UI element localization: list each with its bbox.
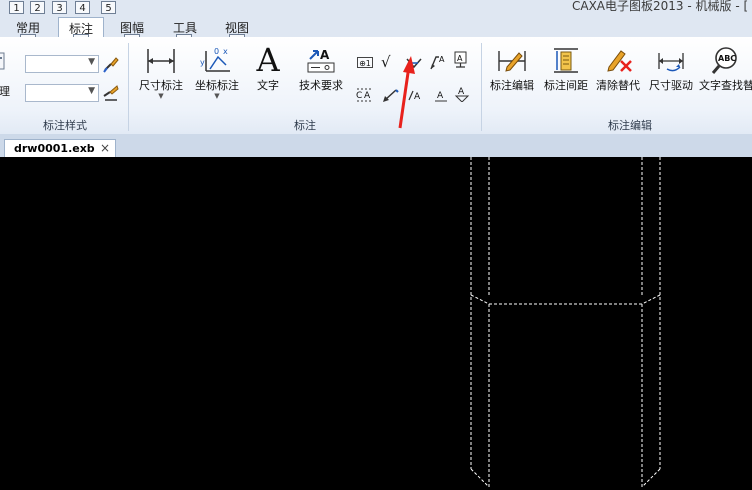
coordinate-dimension-button-label: 坐标标注 bbox=[195, 79, 239, 92]
dimension-edit-button[interactable]: 标注编辑 bbox=[486, 45, 538, 93]
text-style-brush-icon[interactable] bbox=[102, 84, 120, 102]
quick-access-bar: 1 2 3 4 5 CAXA电子图板2013 - 机械版 - [ bbox=[0, 0, 752, 15]
text-style-combo[interactable]: ▼ bbox=[25, 84, 99, 102]
dimension-drive-icon bbox=[658, 53, 684, 72]
clear-override-button[interactable]: 清除替代 bbox=[592, 45, 644, 93]
drawing-canvas[interactable] bbox=[0, 157, 752, 488]
annotation-arrow bbox=[398, 56, 415, 129]
document-tab-name: drw0001.exb bbox=[14, 142, 95, 155]
drawing-geometry bbox=[470, 157, 661, 488]
quick-access-key-4[interactable]: 4 bbox=[75, 1, 90, 14]
style-manage-label[interactable]: 理 bbox=[0, 83, 10, 99]
text-button-label: 文字 bbox=[257, 79, 279, 92]
ribbon-tab-row: 常用 标注 图幅 工具 视图 bbox=[0, 15, 752, 37]
svg-text:A: A bbox=[437, 91, 444, 101]
left-chamfer bbox=[470, 294, 490, 305]
base-point-icon[interactable]: ⊕1 bbox=[357, 57, 373, 68]
bottom-left-chamfer bbox=[470, 468, 490, 488]
dimension-drive-button-label: 尺寸驱动 bbox=[649, 79, 693, 92]
technical-requirements-icon: A bbox=[307, 48, 335, 73]
dimension-spacing-button[interactable]: 标注间距 bbox=[540, 45, 592, 93]
ribbon-panel: 理 ▼ ▼ 标注样式 尺寸标注 ▼ 0 x y 坐标标注 ▼ A 文字 A 技术… bbox=[0, 37, 752, 135]
text-find-replace-button-label: 文字查找替 bbox=[699, 79, 752, 92]
style-brush-icon[interactable] bbox=[102, 55, 120, 73]
text-A-icon: A bbox=[256, 41, 280, 79]
text-lower-icon[interactable]: A bbox=[454, 84, 472, 102]
text-find-replace-button[interactable]: ABC 文字查找替 bbox=[699, 45, 752, 93]
group-label-dimension-edit: 标注编辑 bbox=[608, 119, 652, 132]
svg-text:A: A bbox=[439, 55, 445, 64]
close-icon[interactable]: × bbox=[100, 141, 110, 155]
svg-text:C: C bbox=[356, 91, 362, 101]
group-separator bbox=[481, 43, 482, 131]
technical-requirements-button-label: 技术要求 bbox=[299, 79, 343, 92]
group-separator bbox=[128, 43, 129, 131]
quick-access-key-3[interactable]: 3 bbox=[52, 1, 67, 14]
svg-text:A: A bbox=[364, 91, 371, 101]
svg-text:A: A bbox=[457, 54, 463, 63]
svg-text:x: x bbox=[223, 47, 228, 56]
style-manage-icon[interactable] bbox=[0, 51, 6, 73]
chevron-down-icon: ▼ bbox=[88, 86, 95, 96]
dimension-button[interactable]: 尺寸标注 ▼ bbox=[134, 45, 188, 100]
group-label-dimension-style: 标注样式 bbox=[43, 119, 87, 132]
right-chamfer bbox=[641, 294, 661, 305]
dimension-button-label: 尺寸标注 bbox=[139, 79, 183, 92]
bottom-right-chamfer bbox=[641, 468, 661, 488]
text-button[interactable]: A 文字 bbox=[248, 41, 288, 93]
text-raise-icon[interactable]: A bbox=[433, 86, 451, 104]
coordinate-dimension-icon: 0 x y bbox=[200, 47, 230, 72]
coordinate-dimension-button[interactable]: 0 x y 坐标标注 ▼ bbox=[190, 45, 244, 100]
group-label-dimension: 标注 bbox=[294, 119, 316, 132]
dimension-edit-button-label: 标注编辑 bbox=[490, 79, 534, 92]
window-title: CAXA电子图板2013 - 机械版 - [ bbox=[572, 0, 749, 13]
technical-requirements-button[interactable]: A 技术要求 bbox=[292, 45, 350, 93]
svg-text:0: 0 bbox=[214, 47, 219, 56]
quick-access-key-2[interactable]: 2 bbox=[30, 1, 45, 14]
dimension-spacing-button-label: 标注间距 bbox=[544, 79, 588, 92]
document-tab[interactable]: drw0001.exb × bbox=[4, 139, 116, 157]
dimension-line-icon bbox=[147, 49, 175, 73]
quick-access-key-1[interactable]: 1 bbox=[9, 1, 24, 14]
chevron-down-icon: ▼ bbox=[88, 57, 95, 67]
svg-text:y: y bbox=[200, 58, 205, 67]
dimension-edit-icon bbox=[498, 51, 526, 72]
dimension-style-combo[interactable]: ▼ bbox=[25, 55, 99, 73]
clear-override-button-label: 清除替代 bbox=[596, 79, 640, 92]
datum-symbol-icon[interactable]: A bbox=[454, 51, 472, 69]
quick-access-key-5[interactable]: 5 bbox=[101, 1, 116, 14]
symmetry-mark-icon[interactable]: C A bbox=[356, 86, 374, 104]
chevron-down-icon: ▼ bbox=[158, 92, 164, 100]
svg-text:ABC: ABC bbox=[718, 54, 736, 63]
text-find-replace-icon: ABC bbox=[711, 47, 737, 74]
clear-override-icon bbox=[607, 50, 632, 72]
dimension-spacing-icon bbox=[554, 48, 578, 73]
dimension-drive-button[interactable]: 尺寸驱动 bbox=[645, 45, 697, 93]
leader-text-icon[interactable]: A bbox=[429, 52, 447, 70]
svg-text:A: A bbox=[320, 48, 330, 62]
document-tab-bar: drw0001.exb × bbox=[0, 134, 752, 157]
chevron-down-icon: ▼ bbox=[214, 92, 220, 100]
